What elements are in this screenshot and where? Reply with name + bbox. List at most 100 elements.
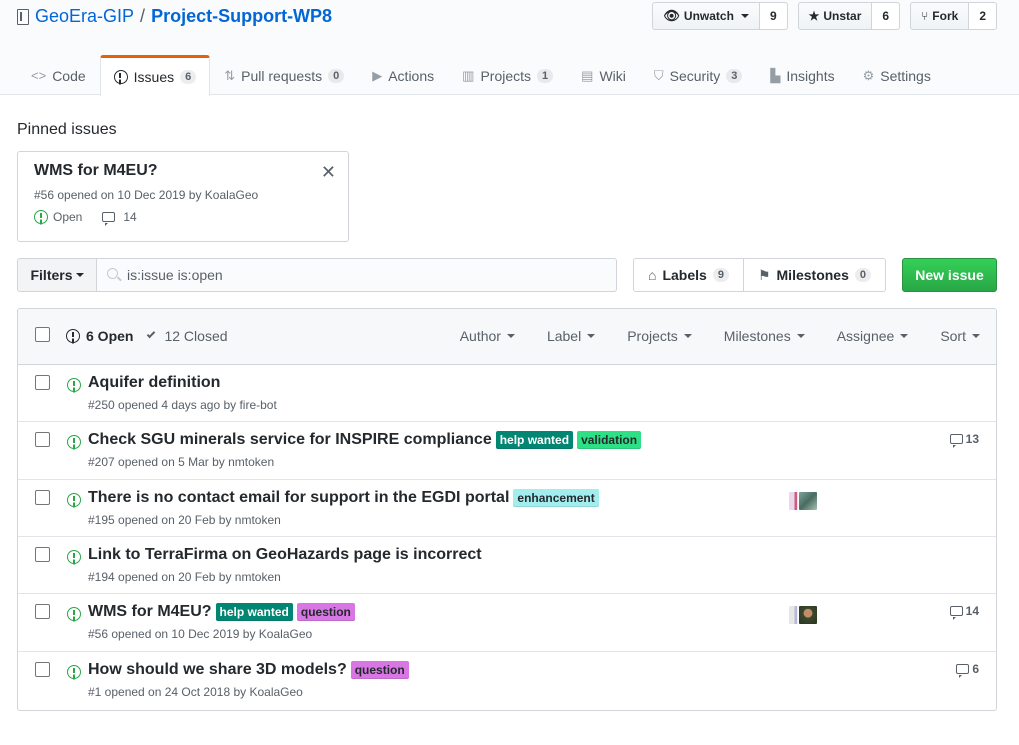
repo-name-link[interactable]: Project-Support-WP8 [151, 6, 332, 27]
issue-title-link[interactable]: Check SGU minerals service for INSPIRE c… [88, 431, 492, 449]
pinned-issue-title[interactable]: WMS for M4EU? [34, 162, 332, 180]
closed-issues-label: 12 Closed [164, 328, 228, 344]
pinned-issue-meta: #56 opened on 10 Dec 2019 by KoalaGeo [34, 188, 259, 202]
pinned-issue-state: Open [34, 210, 82, 224]
list-header-filters: Author Label Projects Milestones Assigne… [444, 328, 980, 344]
issue-title-link[interactable]: Link to TerraFirma on GeoHazards page is… [88, 546, 482, 564]
chevron-down-icon [972, 334, 980, 338]
issue-opened-icon [66, 329, 80, 343]
issue-title-line: There is no contact email for support in… [88, 489, 599, 507]
filters-dropdown-button[interactable]: Filters [17, 258, 97, 292]
issue-title-link[interactable]: Aquifer definition [88, 374, 220, 392]
avatar[interactable] [798, 491, 818, 511]
tab-code[interactable]: <> Code [17, 55, 100, 95]
issue-meta: #1 opened on 24 Oct 2018 by KoalaGeo [88, 685, 303, 699]
issue-checkbox[interactable] [35, 604, 50, 619]
pinned-issue-comments[interactable]: 14 [102, 210, 137, 226]
issue-comments[interactable]: 13 [949, 432, 979, 448]
closed-issues-filter[interactable]: 12 Closed [147, 328, 228, 344]
author-filter[interactable]: Author [444, 328, 531, 344]
issue-opened-icon [67, 378, 81, 392]
tab-projects-label: Projects [480, 67, 532, 84]
milestones-button[interactable]: ⚑ Milestones 0 [743, 258, 886, 292]
issue-checkbox[interactable] [35, 662, 50, 677]
label-filter[interactable]: Label [531, 328, 611, 344]
fork-button[interactable]: ⑂ Fork [910, 2, 970, 30]
open-issues-filter[interactable]: 6 Open [66, 328, 133, 344]
tab-wiki-label: Wiki [599, 67, 626, 84]
issue-title-link[interactable]: How should we share 3D models? [88, 661, 347, 679]
filters-label: Filters [30, 267, 73, 283]
tab-projects[interactable]: ▥ Projects 1 [448, 55, 567, 95]
watch-group: 👁 Unwatch 9 [652, 2, 788, 30]
tab-projects-count: 1 [537, 68, 554, 83]
forks-count[interactable]: 2 [969, 2, 997, 30]
tag-icon: ⌂ [648, 267, 657, 283]
comment-icon [949, 606, 963, 620]
issue-row: Check SGU minerals service for INSPIRE c… [18, 422, 996, 480]
comment-icon [102, 212, 116, 226]
label-enhancement[interactable]: enhancement [513, 489, 599, 507]
tab-wiki[interactable]: ▤ Wiki [567, 55, 640, 95]
issue-row: WMS for M4EU? help wanted question #56 o… [18, 594, 996, 652]
chevron-down-icon [796, 334, 805, 338]
stargazers-count[interactable]: 6 [872, 2, 901, 30]
tab-actions[interactable]: ▶ Actions [358, 55, 448, 95]
tab-security[interactable]: ⛉ Security 3 [640, 55, 756, 95]
issue-checkbox[interactable] [35, 375, 50, 390]
milestones-filter[interactable]: Milestones [708, 328, 821, 344]
tab-code-label: Code [52, 67, 86, 84]
pagehead-actions: 👁 Unwatch 9 ★ Unstar 6 ⑂ Fork 2 [652, 2, 997, 30]
tab-actions-label: Actions [388, 67, 435, 84]
repo-owner-link[interactable]: GeoEra-GIP [35, 6, 134, 27]
issue-comments[interactable]: 6 [956, 662, 979, 678]
issue-title-line: Aquifer definition [88, 374, 220, 392]
issue-opened-icon [67, 435, 81, 449]
tab-security-label: Security [669, 67, 721, 84]
tab-security-count: 3 [726, 68, 743, 83]
tab-settings[interactable]: ⚙ Settings [849, 55, 945, 95]
issue-row: Aquifer definition #250 opened 4 days ag… [18, 365, 996, 422]
label-help-wanted[interactable]: help wanted [495, 431, 574, 449]
select-all-checkbox[interactable] [35, 327, 50, 342]
issues-search-input[interactable] [96, 258, 617, 292]
label-help-wanted[interactable]: help wanted [215, 603, 293, 621]
unwatch-button[interactable]: 👁 Unwatch [652, 2, 760, 30]
projects-filter[interactable]: Projects [611, 328, 708, 344]
issue-opened-icon [34, 210, 48, 224]
watchers-count[interactable]: 9 [759, 2, 788, 30]
issue-checkbox[interactable] [35, 547, 50, 562]
issue-checkbox[interactable] [35, 490, 50, 505]
issue-title-line: How should we share 3D models? question [88, 661, 409, 679]
tab-issues[interactable]: Issues 6 [99, 55, 211, 96]
tab-issues-count: 6 [180, 70, 197, 84]
tab-pull-requests[interactable]: ⇅ Pull requests 0 [210, 55, 358, 95]
issue-opened-icon [67, 550, 81, 564]
issue-meta: #195 opened on 20 Feb by nmtoken [88, 513, 281, 527]
label-question[interactable]: question [296, 603, 355, 621]
milestone-icon: ⚑ [757, 266, 771, 283]
repo-icon [17, 8, 29, 25]
labels-button[interactable]: ⌂ Labels 9 [633, 258, 744, 292]
new-issue-button[interactable]: New issue [902, 258, 997, 292]
issue-comments-count: 13 [965, 432, 979, 446]
issue-title-link[interactable]: WMS for M4EU? [88, 603, 212, 621]
label-question[interactable]: question [350, 661, 409, 679]
unpin-close-icon[interactable]: ✕ [321, 162, 336, 183]
gear-icon: ⚙ [862, 67, 875, 83]
tab-insights[interactable]: ▙ Insights [756, 55, 848, 95]
issue-row: How should we share 3D models? question … [18, 652, 996, 710]
label-validation[interactable]: validation [577, 431, 642, 449]
issue-comments[interactable]: 14 [949, 604, 979, 620]
assignee-avatars[interactable] [788, 605, 818, 625]
issue-checkbox[interactable] [35, 432, 50, 447]
issue-title-link[interactable]: There is no contact email for support in… [88, 489, 509, 507]
unstar-button[interactable]: ★ Unstar [797, 2, 873, 30]
avatar[interactable] [798, 605, 818, 625]
assignee-filter[interactable]: Assignee [821, 328, 925, 344]
assignee-avatars[interactable] [788, 491, 818, 511]
chevron-down-icon [506, 334, 515, 338]
book-icon: ▤ [581, 67, 594, 83]
sort-filter[interactable]: Sort [924, 328, 980, 344]
star-group: ★ Unstar 6 [797, 2, 901, 30]
